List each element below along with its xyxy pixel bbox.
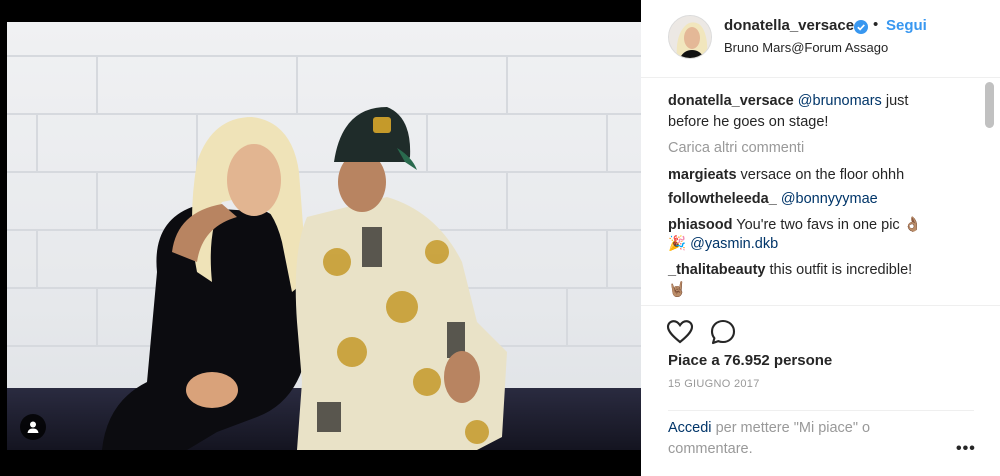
heart-icon[interactable] [666,318,694,346]
comment-item-line-2: 🎉 @yasmin.dkb [668,234,978,255]
login-prompt: Accedi per mettere "Mi piace" o commenta… [668,418,928,460]
avatar[interactable] [668,15,712,59]
comment-username[interactable]: followtheleeda_ [668,191,777,207]
post-sidebar: donatella_versace • Segui Bruno Mars@For… [641,0,1000,476]
comment-item: followtheleeda_ @bonnyyymae [668,189,978,210]
comment-text: versace on the floor ohhh [740,167,905,183]
comment-mention[interactable]: @yasmin.dkb [690,236,778,252]
author-username[interactable]: donatella_versace [724,17,854,34]
divider [668,410,974,411]
likes-count[interactable]: Piace a 76.952 persone [668,352,832,369]
comment-item: phiasood You're two favs in one pic 👌🏽 [668,215,978,236]
caption-mention[interactable]: @brunomars [798,93,882,109]
comments-scrollbar[interactable] [985,82,994,128]
rock-on-emoji: 🤘🏽 [668,282,687,298]
caption-line-2: before he goes on stage! [668,112,978,133]
post-header: donatella_versace • Segui Bruno Mars@For… [641,0,1000,78]
verified-badge-icon [854,20,868,34]
comment-username[interactable]: phiasood [668,217,732,233]
comment-text: this outfit is incredible! [769,262,913,278]
post-modal: donatella_versace • Segui Bruno Mars@For… [0,0,1000,476]
post-date[interactable]: 15 GIUGNO 2017 [668,378,760,390]
comment-item: margieats versace on the floor ohhh [668,165,978,186]
header-separator: • [873,16,879,33]
photo-subjects [102,107,507,450]
user-tag-icon[interactable] [20,414,46,440]
caption-username[interactable]: donatella_versace [668,93,794,109]
post-actions: Piace a 76.952 persone 15 GIUGNO 2017 Ac… [641,306,1000,457]
comments-list[interactable]: donatella_versace @brunomars just before… [641,79,1000,306]
ok-hand-emoji: 👌🏽 [903,217,922,233]
caption-text-1: just [885,93,909,109]
post-photo[interactable] [7,22,641,450]
location-link[interactable]: Bruno Mars@Forum Assago [724,40,888,55]
comment-item: _thalitabeauty this outfit is incredible… [668,260,978,281]
comment-item-line-2: 🤘🏽 [668,280,978,301]
comment-username[interactable]: _thalitabeauty [668,262,766,278]
comment-text: You're two favs in one pic [736,217,900,233]
load-more-comments[interactable]: Carica altri commenti [668,138,978,159]
party-popper-emoji: 🎉 [668,236,687,252]
caption-text-2: before he goes on stage! [668,114,829,130]
follow-button[interactable]: Segui [886,17,927,34]
comment-mention[interactable]: @bonnyyymae [781,191,878,207]
more-options-button[interactable]: ••• [956,440,976,458]
comment-username[interactable]: margieats [668,167,737,183]
caption: donatella_versace @brunomars just [668,91,978,112]
login-link[interactable]: Accedi [668,420,712,436]
comment-bubble-icon[interactable] [709,318,737,346]
